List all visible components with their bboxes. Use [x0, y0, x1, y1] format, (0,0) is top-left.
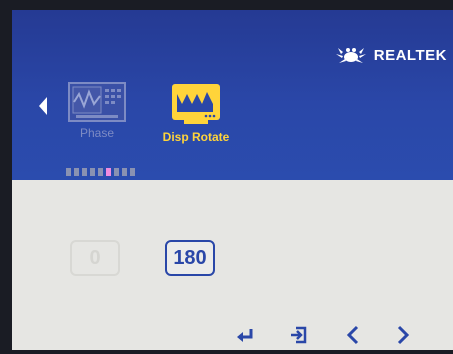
rotate-option-180[interactable]: 180: [165, 240, 215, 276]
exit-icon: [291, 326, 307, 344]
brand-name: REALTEK: [373, 46, 447, 64]
page-dot: [122, 168, 127, 176]
osd-header: REALTEK Phase Disp Rotate: [12, 10, 453, 180]
phase-icon: [68, 82, 126, 122]
page-dot-active: [106, 168, 111, 176]
page-dot: [98, 168, 103, 176]
page-dot: [82, 168, 87, 176]
page-dot: [130, 168, 135, 176]
menu-item-disp-rotate[interactable]: Disp Rotate: [154, 82, 238, 144]
menu-page-indicator: [66, 168, 135, 176]
osd-control-bar: [12, 320, 453, 350]
exit-button[interactable]: [288, 324, 310, 346]
rotate-option-0[interactable]: 0: [70, 240, 120, 276]
previous-button[interactable]: [342, 324, 364, 346]
realtek-crab-logo-icon: [335, 48, 366, 63]
rotate-display-icon: [172, 84, 220, 124]
menu-item-label: Phase: [79, 126, 115, 140]
page-dot: [66, 168, 71, 176]
enter-icon: [237, 329, 253, 342]
menu-left-arrow-icon[interactable]: [38, 96, 48, 116]
page-dot: [114, 168, 119, 176]
menu-item-phase[interactable]: Phase: [62, 82, 132, 140]
osd-screen: REALTEK Phase Disp Rotate 0 180: [12, 10, 453, 350]
enter-button[interactable]: [234, 324, 256, 346]
next-button[interactable]: [392, 324, 414, 346]
menu-item-label: Disp Rotate: [162, 130, 230, 144]
brand: REALTEK: [334, 44, 447, 66]
chevron-right-icon: [397, 325, 410, 345]
page-dot: [74, 168, 79, 176]
chevron-left-icon: [346, 325, 359, 345]
page-dot: [90, 168, 95, 176]
rotate-options: 0 180: [12, 180, 453, 300]
